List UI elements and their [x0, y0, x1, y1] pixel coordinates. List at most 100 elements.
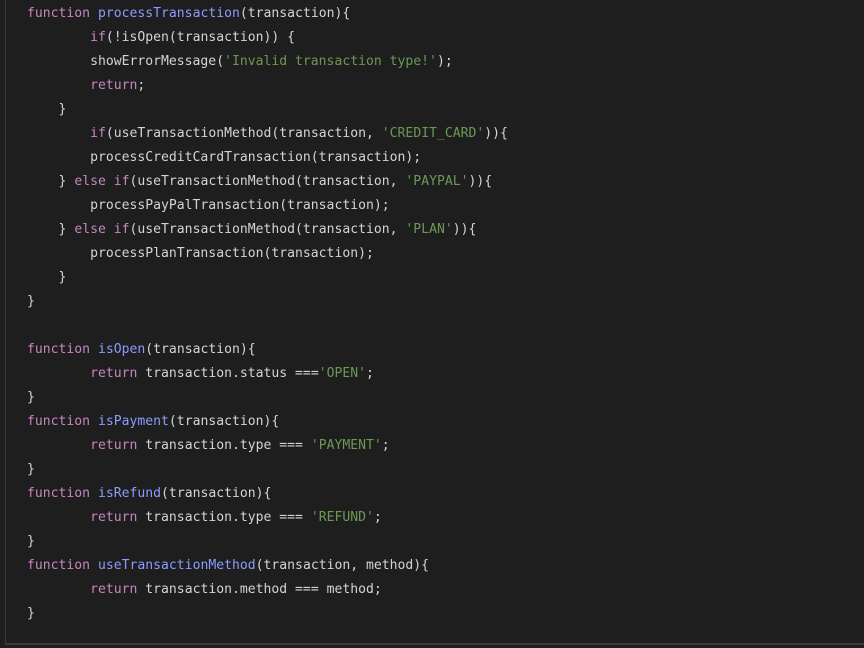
code-token: }	[27, 390, 35, 405]
code-content[interactable]: function processTransaction(transaction)…	[27, 2, 508, 626]
keyword-token: function	[27, 558, 91, 573]
code-line[interactable]: }	[27, 290, 508, 314]
code-line[interactable]: function isPayment(transaction){	[27, 410, 508, 434]
code-line[interactable]: return;	[27, 74, 508, 98]
code-token: }	[27, 270, 67, 285]
keyword-token: return	[90, 366, 138, 381]
string-token: 'PLAN'	[405, 222, 453, 237]
code-line[interactable]	[27, 314, 508, 338]
keyword-token: if	[90, 126, 106, 141]
string-token: 'PAYPAL'	[405, 174, 469, 189]
code-token: }	[27, 606, 35, 621]
code-token: transaction.type ===	[137, 438, 311, 453]
code-token: );	[436, 54, 453, 69]
keyword-token: return	[90, 438, 138, 453]
code-token: processCreditCardTransaction(transaction…	[27, 150, 422, 165]
code-line[interactable]: showErrorMessage('Invalid transaction ty…	[27, 50, 508, 74]
string-token: 'REFUND'	[310, 510, 374, 525]
keyword-token: return	[90, 78, 138, 93]
code-line[interactable]: return transaction.status ==='OPEN';	[27, 362, 508, 386]
code-line[interactable]: processPayPalTransaction(transaction);	[27, 194, 508, 218]
code-token: transaction.method === method;	[137, 582, 382, 597]
function-name-token: useTransactionMethod	[97, 558, 256, 573]
code-token: (!isOpen(transaction)) {	[105, 30, 296, 45]
code-line[interactable]: function useTransactionMethod(transactio…	[27, 554, 508, 578]
code-line[interactable]: processPlanTransaction(transaction);	[27, 242, 508, 266]
code-line[interactable]: function processTransaction(transaction)…	[27, 2, 508, 26]
keyword-token: function	[27, 6, 91, 21]
code-token: )){	[468, 174, 493, 189]
code-token: processPayPalTransaction(transaction);	[27, 198, 390, 213]
string-token: 'PAYMENT'	[310, 438, 382, 453]
code-token: (useTransactionMethod(transaction,	[105, 126, 382, 141]
code-token: }	[27, 222, 75, 237]
code-token: (transaction){	[239, 6, 351, 21]
code-line[interactable]: function isRefund(transaction){	[27, 482, 508, 506]
code-line[interactable]: } else if(useTransactionMethod(transacti…	[27, 218, 508, 242]
string-token: 'CREDIT_CARD'	[381, 126, 485, 141]
code-line[interactable]: if(useTransactionMethod(transaction, 'CR…	[27, 122, 508, 146]
keyword-token: function	[27, 342, 91, 357]
code-token: processPlanTransaction(transaction);	[27, 246, 374, 261]
code-line[interactable]: }	[27, 266, 508, 290]
keyword-token: function	[27, 414, 91, 429]
keyword-token: else if	[74, 222, 130, 237]
code-token: )){	[452, 222, 477, 237]
code-token: ;	[366, 366, 374, 381]
code-line[interactable]: }	[27, 602, 508, 626]
code-line[interactable]: }	[27, 530, 508, 554]
code-token: transaction.type ===	[137, 510, 311, 525]
code-line[interactable]: }	[27, 458, 508, 482]
string-token: 'Invalid transaction type!'	[224, 54, 437, 69]
code-token: (transaction, method){	[255, 558, 430, 573]
code-line[interactable]: processCreditCardTransaction(transaction…	[27, 146, 508, 170]
code-token: (transaction){	[168, 414, 280, 429]
code-line[interactable]: return transaction.type === 'PAYMENT';	[27, 434, 508, 458]
code-token: ;	[373, 510, 382, 525]
keyword-token: return	[90, 510, 138, 525]
code-line[interactable]: function isOpen(transaction){	[27, 338, 508, 362]
code-token: }	[27, 462, 35, 477]
keyword-token: function	[27, 486, 91, 501]
code-token: transaction.status ===	[137, 366, 319, 381]
code-token: }	[27, 174, 75, 189]
code-line[interactable]: if(!isOpen(transaction)) {	[27, 26, 508, 50]
function-name-token: isOpen	[97, 342, 146, 357]
function-name-token: isPayment	[97, 414, 169, 429]
code-token: }	[27, 294, 35, 309]
code-token: )){	[484, 126, 508, 141]
function-name-token: isRefund	[97, 486, 162, 501]
code-line[interactable]: return transaction.type === 'REFUND';	[27, 506, 508, 530]
code-token: (useTransactionMethod(transaction,	[129, 174, 406, 189]
code-token: }	[27, 534, 35, 549]
code-line[interactable]: } else if(useTransactionMethod(transacti…	[27, 170, 508, 194]
code-token: }	[27, 102, 67, 117]
string-token: 'OPEN'	[318, 366, 367, 381]
keyword-token: if	[90, 30, 106, 45]
code-token: (transaction){	[145, 342, 256, 357]
function-name-token: processTransaction	[97, 6, 240, 21]
code-line[interactable]: }	[27, 98, 508, 122]
code-token: ;	[381, 438, 390, 453]
code-token: (transaction){	[161, 486, 272, 501]
keyword-token: return	[90, 582, 138, 597]
code-token: ;	[137, 78, 146, 93]
code-token: (useTransactionMethod(transaction,	[129, 222, 406, 237]
code-line[interactable]: return transaction.method === method;	[27, 578, 508, 602]
code-token: showErrorMessage(	[27, 54, 225, 69]
code-line[interactable]: }	[27, 386, 508, 410]
keyword-token: else if	[74, 174, 130, 189]
code-editor[interactable]: function processTransaction(transaction)…	[5, 0, 864, 645]
